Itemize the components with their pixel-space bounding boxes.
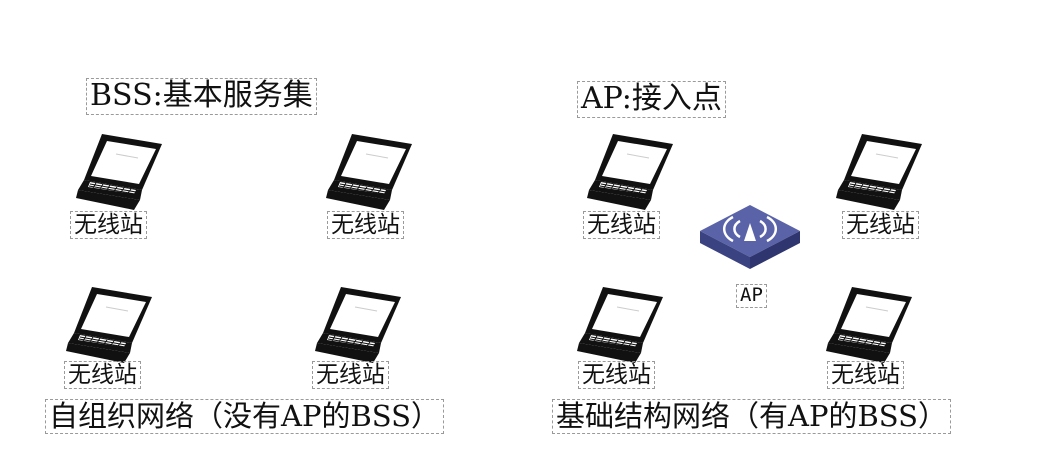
station-label-right-bottom-right: 无线站 bbox=[827, 361, 904, 390]
station-label-right-top-left: 无线站 bbox=[583, 211, 660, 240]
station-label-right-top-right: 无线站 bbox=[842, 211, 919, 240]
station-label-left-top-left: 无线站 bbox=[70, 211, 147, 240]
laptop-icon bbox=[587, 132, 679, 212]
wireless-access-point-icon bbox=[700, 205, 800, 269]
ap-device-label: AP bbox=[736, 284, 767, 308]
laptop-icon bbox=[836, 132, 928, 212]
laptop-icon bbox=[326, 132, 418, 212]
station-label-left-bottom-right: 无线站 bbox=[312, 361, 389, 390]
station-label-left-bottom-left: 无线站 bbox=[64, 361, 141, 390]
laptop-icon bbox=[315, 285, 407, 365]
ap-title: AP:接入点 bbox=[577, 81, 726, 118]
laptop-icon bbox=[76, 132, 168, 212]
station-label-right-bottom-left: 无线站 bbox=[578, 361, 655, 390]
bss-title: BSS:基本服务集 bbox=[86, 78, 317, 115]
adhoc-network-caption: 自组织网络（没有AP的BSS） bbox=[45, 399, 444, 435]
laptop-icon bbox=[66, 285, 158, 365]
station-label-left-top-right: 无线站 bbox=[327, 211, 404, 240]
infrastructure-network-caption: 基础结构网络（有AP的BSS） bbox=[552, 399, 951, 435]
laptop-icon bbox=[577, 285, 669, 365]
laptop-icon bbox=[826, 285, 918, 365]
